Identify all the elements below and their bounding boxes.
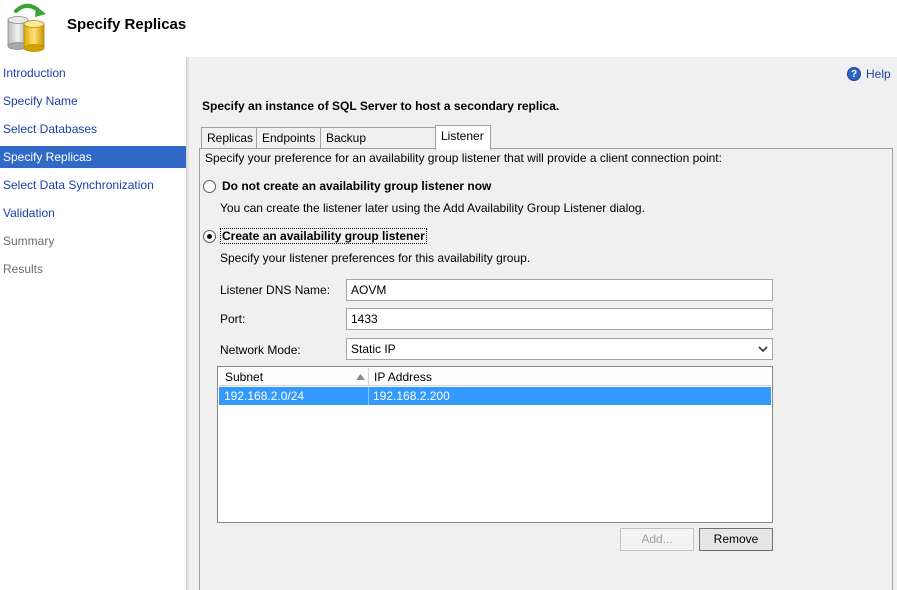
dns-name-label: Listener DNS Name: xyxy=(220,283,331,297)
sidebar-item-validation[interactable]: Validation xyxy=(0,202,186,224)
listener-description: Specify your preference for an availabil… xyxy=(205,151,722,165)
help-icon: ? xyxy=(847,67,861,81)
dns-name-input[interactable]: AOVM xyxy=(346,279,773,301)
sidebar-item-results: Results xyxy=(3,262,44,276)
sidebar-divider xyxy=(186,57,189,590)
port-input[interactable]: 1433 xyxy=(346,308,773,330)
grid-header: Subnet IP Address xyxy=(219,368,771,386)
port-label: Port: xyxy=(220,312,246,326)
sidebar-item-summary: Summary xyxy=(3,234,55,248)
radio-create-listener-label-wrap[interactable]: Create an availability group listener xyxy=(220,228,427,244)
radio-no-listener-label[interactable]: Do not create an availability group list… xyxy=(222,179,491,193)
help-label: Help xyxy=(866,67,891,81)
network-mode-value: Static IP xyxy=(351,342,396,356)
radio-no-listener[interactable] xyxy=(203,180,216,193)
column-header-subnet-label: Subnet xyxy=(225,370,264,384)
tab-backup-preferences[interactable]: Backup Preferences xyxy=(320,127,436,165)
column-header-ip-address[interactable]: IP Address xyxy=(368,368,771,386)
subnet-ip-grid[interactable]: Subnet IP Address 192.168.2.0/24 192.168… xyxy=(217,366,773,523)
tab-replicas[interactable]: Replicas xyxy=(201,127,257,149)
cell-subnet: 192.168.2.0/24 xyxy=(224,389,305,403)
tab-endpoints[interactable]: Endpoints xyxy=(256,127,321,149)
radio-create-listener[interactable] xyxy=(203,230,216,243)
help-link[interactable]: ? Help xyxy=(847,66,891,82)
chevron-down-icon xyxy=(758,346,768,353)
add-button[interactable]: Add... xyxy=(620,528,694,551)
radio-create-listener-label[interactable]: Create an availability group listener xyxy=(220,228,427,244)
column-header-subnet[interactable]: Subnet xyxy=(219,368,369,386)
tab-listener[interactable]: Listener xyxy=(435,125,491,150)
sort-ascending-icon xyxy=(356,374,365,380)
radio-selected-dot xyxy=(207,234,212,239)
sidebar-item-select-databases[interactable]: Select Databases xyxy=(0,118,186,140)
network-mode-select[interactable]: Static IP xyxy=(346,338,773,360)
wizard-header: Specify Replicas xyxy=(0,0,897,57)
database-sync-icon xyxy=(7,3,46,52)
cell-ip-address: 192.168.2.200 xyxy=(373,389,450,403)
radio-create-listener-hint: Specify your listener preferences for th… xyxy=(220,251,531,265)
radio-no-listener-hint: You can create the listener later using … xyxy=(220,201,645,215)
column-header-ip-address-label: IP Address xyxy=(374,370,432,384)
network-mode-label: Network Mode: xyxy=(220,343,301,357)
sidebar-item-introduction[interactable]: Introduction xyxy=(0,62,186,84)
sidebar-item-specify-replicas[interactable]: Specify Replicas xyxy=(0,146,186,168)
sidebar-item-select-data-synchronization[interactable]: Select Data Synchronization xyxy=(0,174,186,196)
sidebar-item-specify-name[interactable]: Specify Name xyxy=(0,90,186,112)
section-title: Specify an instance of SQL Server to hos… xyxy=(202,99,560,113)
table-row[interactable]: 192.168.2.0/24 192.168.2.200 xyxy=(219,387,771,405)
page-title: Specify Replicas xyxy=(67,16,187,33)
wizard-sidebar: Introduction Specify Name Select Databas… xyxy=(0,57,186,590)
remove-button[interactable]: Remove xyxy=(699,528,773,551)
